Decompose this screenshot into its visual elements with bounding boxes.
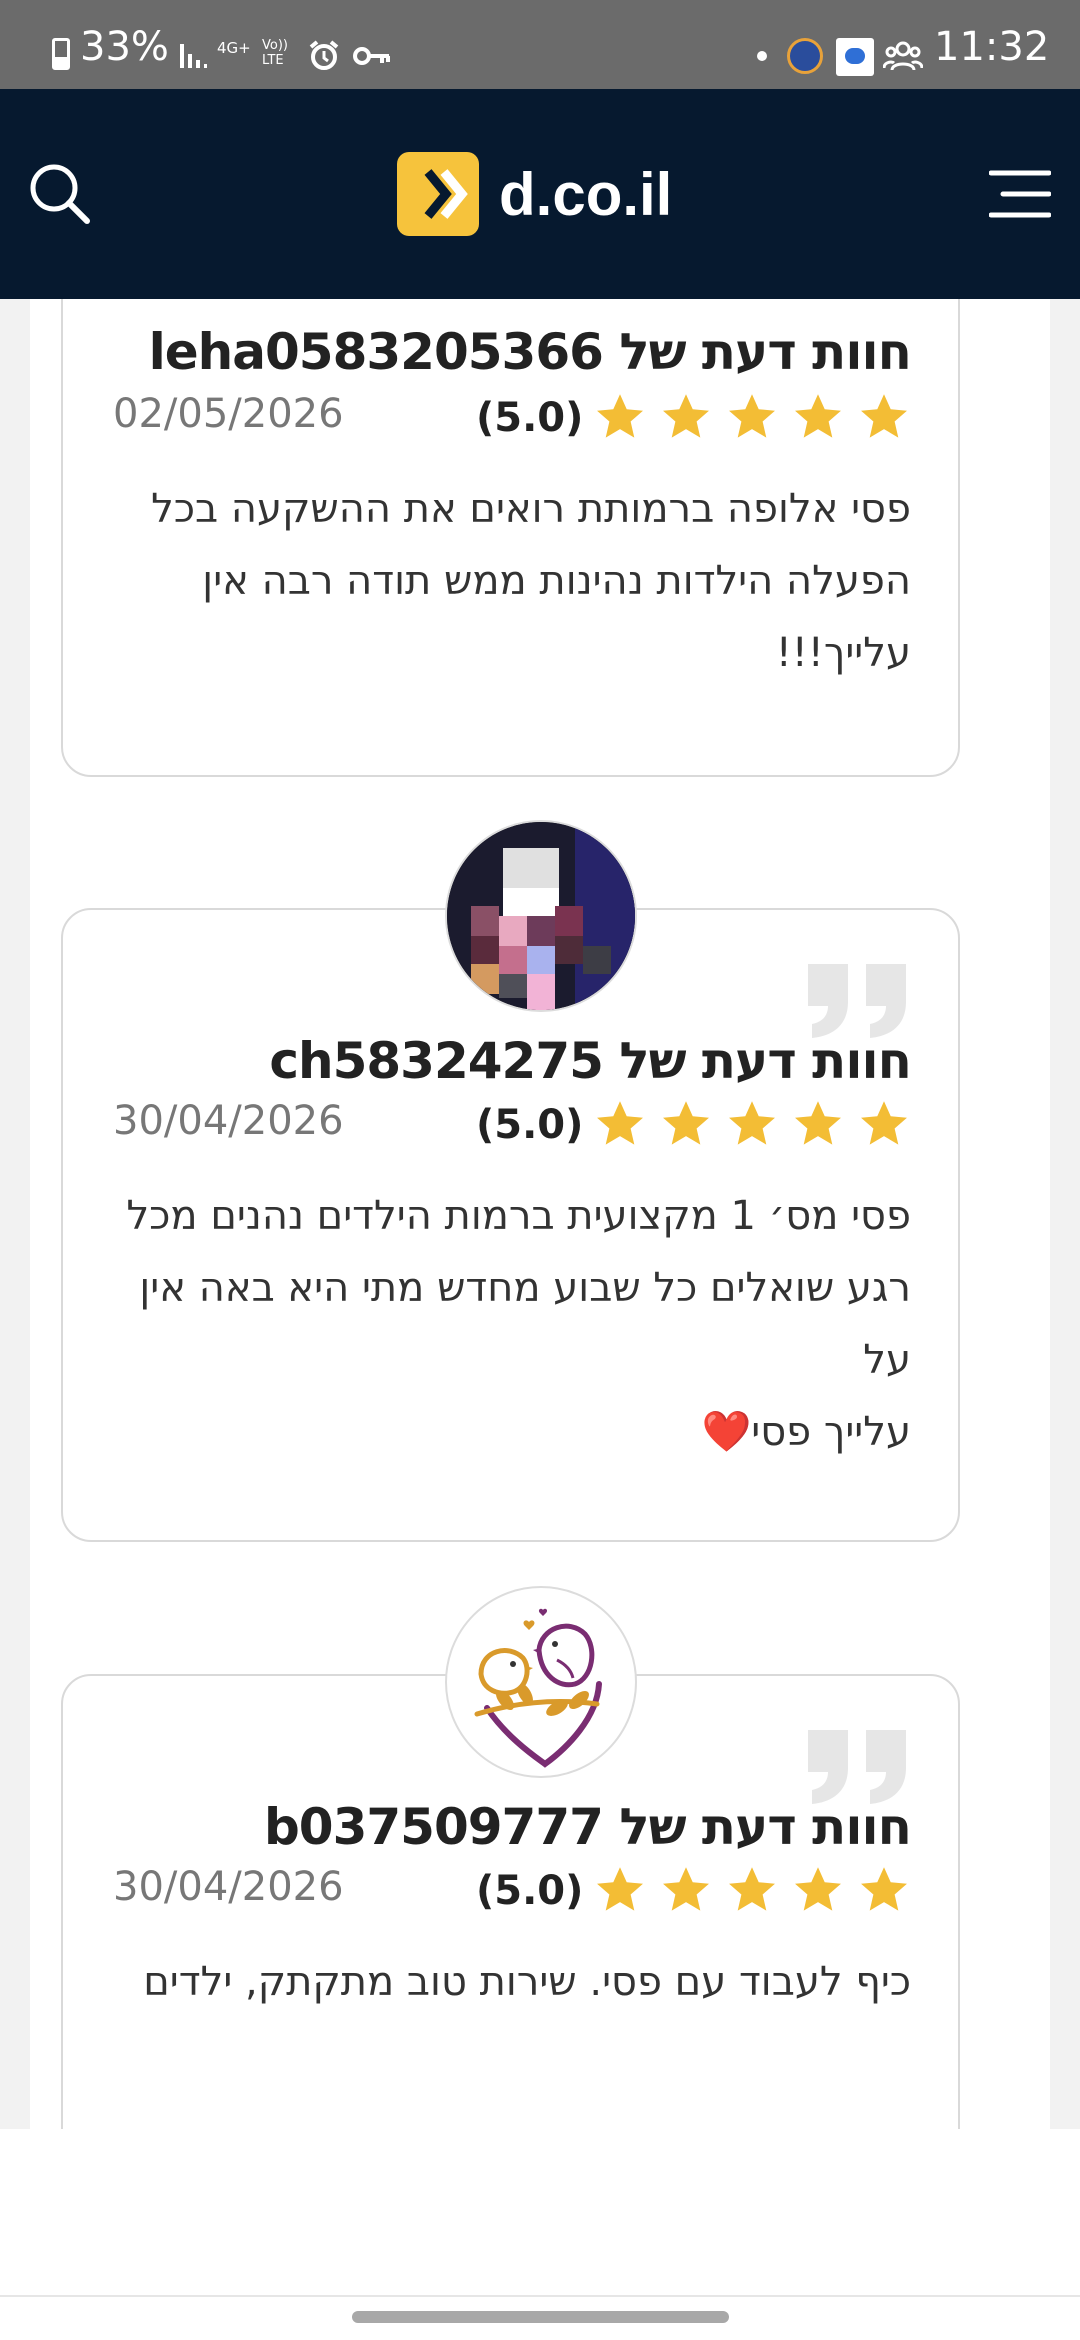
app-header: d.co.il — [0, 89, 1080, 299]
star-rating — [594, 391, 910, 443]
review-text-line: עלייך!!! — [775, 630, 911, 676]
star-icon — [663, 1101, 709, 1145]
site-logo[interactable]: d.co.il — [397, 151, 672, 237]
hamburger-menu-icon — [989, 170, 1051, 218]
message-notification-icon — [836, 38, 874, 76]
review-text-line: כיף לעבוד עם פסי. שירות טוב מתקתק, ילדים — [143, 1959, 911, 2005]
review-date: 02/05/2026 — [113, 391, 344, 437]
review-text-line: עלייך פסי❤️ — [701, 1409, 911, 1455]
signal-icon — [180, 44, 207, 68]
star-icon — [861, 1101, 907, 1145]
search-icon — [30, 164, 90, 224]
star-rating — [594, 1864, 910, 1916]
star-icon — [795, 1101, 841, 1145]
review-text-line: רגע שואלים כל שבוע מחדש מתי היא באה אין … — [139, 1265, 911, 1383]
review-date: 30/04/2026 — [113, 1098, 344, 1144]
app-notification-icon — [787, 38, 823, 74]
bottom-blank-area — [0, 2129, 1080, 2340]
star-rating — [594, 1098, 910, 1150]
star-icon — [729, 1867, 775, 1911]
star-icon — [795, 1867, 841, 1911]
review-date: 30/04/2026 — [113, 1864, 344, 1910]
rating-value: (5.0) — [476, 1868, 584, 1914]
review-text: פסי מס׳ 1 מקצועית ברמות הילדים נהנים מכל… — [111, 1180, 911, 1468]
star-icon — [663, 394, 709, 438]
menu-button[interactable] — [975, 149, 1065, 239]
logo-mark-icon — [397, 152, 479, 236]
network-type-label: 4G+ — [217, 39, 251, 57]
battery-icon — [52, 38, 70, 70]
reviews-list[interactable]: חוות דעת של leha0583205366 (5.0) 02/05/2… — [0, 299, 1080, 2129]
status-bar: 33% 4G+ Vo)) LTE 11:32 — [0, 0, 1080, 89]
logo-text: d.co.il — [499, 160, 673, 228]
rating-value: (5.0) — [476, 395, 584, 441]
review-title: חוות דעת של ch58324275 — [269, 1032, 912, 1090]
search-button[interactable] — [15, 149, 105, 239]
avatar — [445, 1586, 637, 1778]
review-text-line: הפעלה הילדות נהינות ממש תודה רבה אין — [202, 558, 911, 604]
star-icon — [861, 394, 907, 438]
star-icon — [597, 1867, 643, 1911]
review-title: חוות דעת של leha0583205366 — [148, 323, 912, 381]
battery-percent: 33% — [80, 24, 169, 70]
review-text: פסי אלופה ברמותת רואים את ההשקעה בכל הפע… — [111, 473, 911, 689]
volte-label: Vo)) LTE — [262, 38, 288, 68]
star-icon — [795, 394, 841, 438]
navigation-divider — [0, 2295, 1080, 2297]
notification-dot-icon — [757, 51, 767, 61]
star-icon — [729, 1101, 775, 1145]
alarm-icon — [309, 40, 339, 70]
review-text-line: פסי מס׳ 1 מקצועית ברמות הילדים נהנים מכל — [126, 1193, 911, 1239]
avatar — [445, 820, 637, 1012]
review-text: כיף לעבוד עם פסי. שירות טוב מתקתק, ילדים — [111, 1946, 911, 2018]
rating-value: (5.0) — [476, 1102, 584, 1148]
gesture-navigation-handle[interactable] — [352, 2311, 729, 2323]
group-icon — [883, 41, 923, 71]
pixelated-avatar-image — [447, 822, 635, 1010]
star-icon — [663, 1867, 709, 1911]
star-icon — [597, 1101, 643, 1145]
quote-icon — [808, 964, 906, 1038]
review-title: חוות דעת של b037509777 — [264, 1798, 912, 1856]
star-icon — [729, 394, 775, 438]
birds-logo-icon — [474, 1608, 602, 1768]
review-text-line: פסי אלופה ברמותת רואים את ההשקעה בכל — [151, 486, 911, 532]
star-icon — [597, 394, 643, 438]
star-icon — [861, 1867, 907, 1911]
vpn-key-icon — [353, 47, 390, 65]
review-card: חוות דעת של leha0583205366 (5.0) 02/05/2… — [61, 299, 960, 777]
clock: 11:32 — [934, 24, 1050, 70]
quote-icon — [808, 1730, 906, 1804]
